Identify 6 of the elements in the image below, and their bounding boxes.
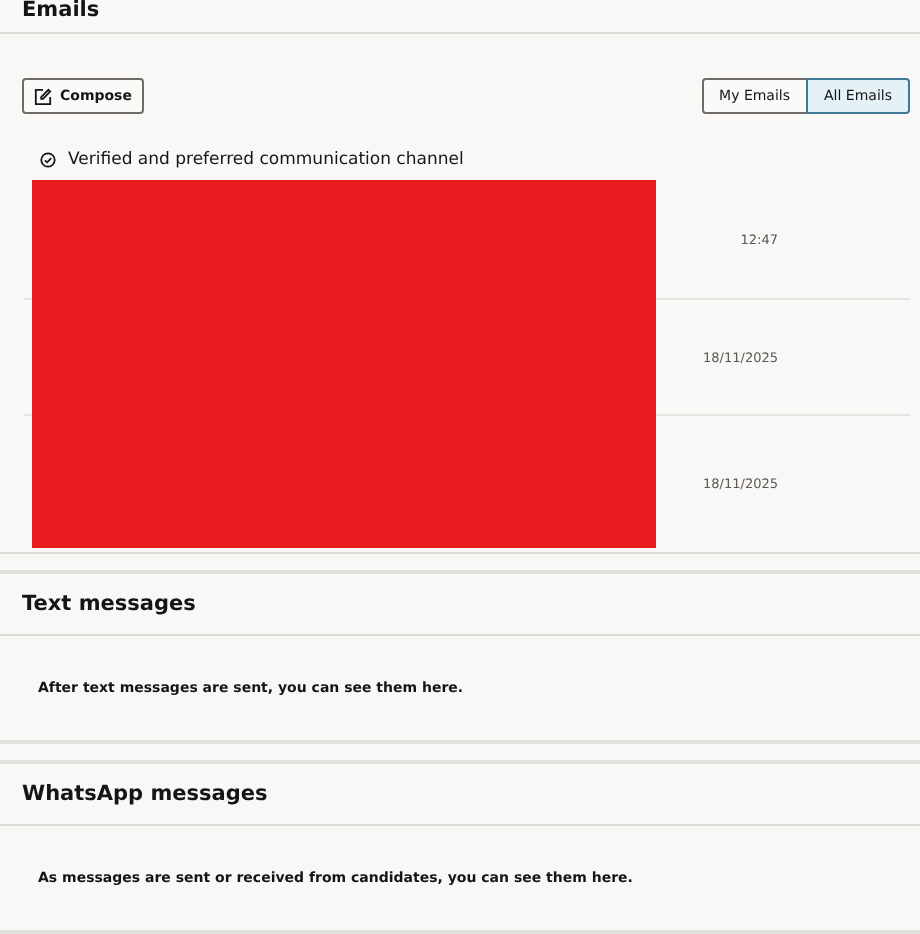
verified-icon [40,152,56,168]
section-title: Emails [22,0,100,22]
section-title: WhatsApp messages [22,782,268,806]
edit-icon [34,87,52,105]
channel-note: Verified and preferred communication channel [68,150,464,170]
section-title: Text messages [22,592,196,616]
